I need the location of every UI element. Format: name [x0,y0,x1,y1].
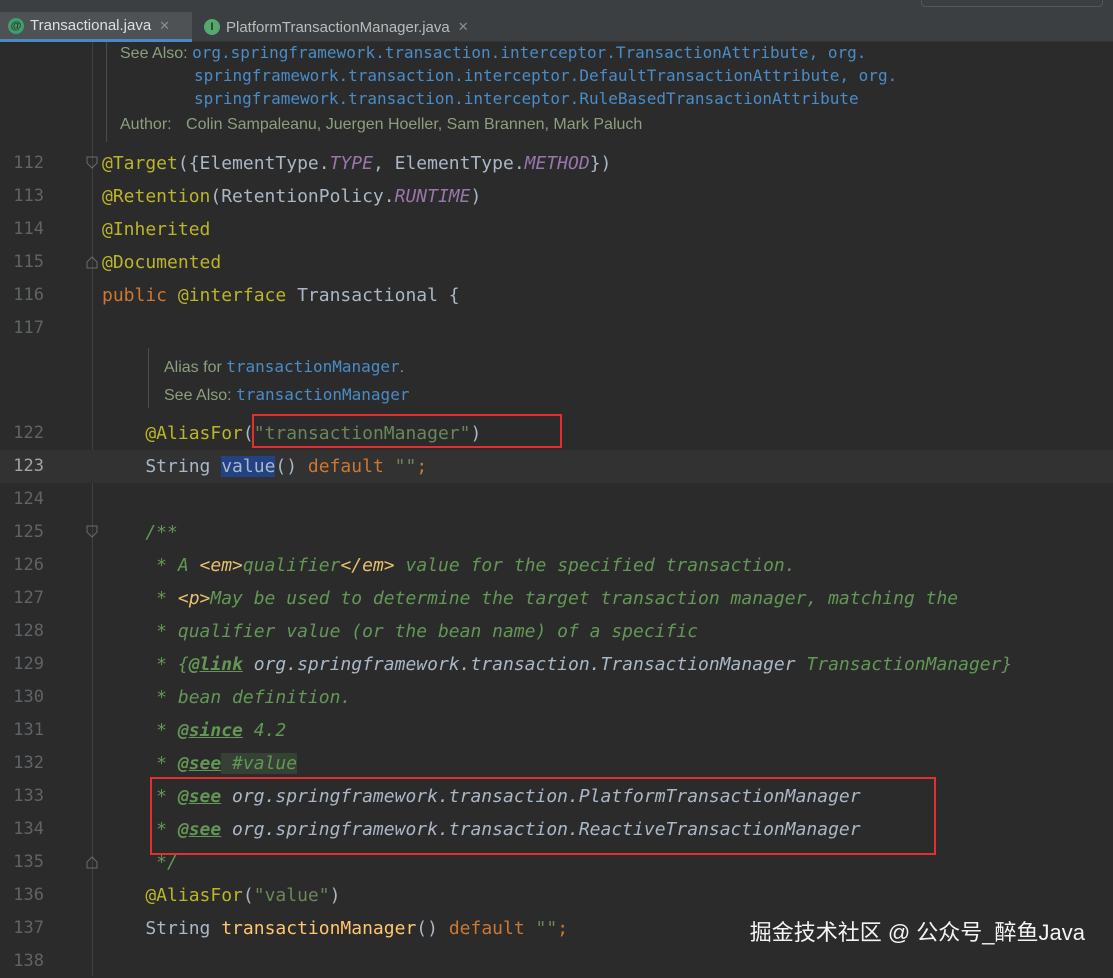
see-also-link-tail: , org. [839,66,898,85]
line-number: 124 [13,489,44,509]
code-line-124: 124 [0,483,1113,516]
line-number: 116 [13,285,44,305]
code-text: String value() default ""; [102,456,428,477]
tab-transactional-java[interactable]: @ Transactional.java ✕ [0,12,192,42]
annotation-file-icon: @ [8,17,24,34]
code-text: @Target({ElementType.TYPE, ElementType.M… [102,153,612,174]
code-text: String transactionManager() default ""; [102,918,569,939]
code-line-126: 126 * A <em>qualifier</em> value for the… [0,549,1113,582]
see-also-link[interactable]: org.springframework.transaction.intercep… [192,43,809,62]
line-number: 114 [13,219,44,239]
rendered-doc-see-also-2: springframework.transaction.interceptor.… [194,66,897,86]
see-also-label: See Also: [120,45,188,62]
rendered-doc-author: Author: Colin Sampaleanu, Juergen Hoelle… [120,116,642,134]
rendered-doc-see-also-1: See Also: org.springframework.transactio… [120,43,866,63]
tab-label: PlatformTransactionManager.java [226,18,450,36]
line-number: 134 [13,819,44,839]
rendered-doc-see-also: See Also: transactionManager [164,385,409,405]
highlight-box-aliasfor [252,414,562,448]
code-line-123: 123 String value() default ""; [0,450,1113,483]
code-text: * {@link org.springframework.transaction… [102,654,1013,675]
line-number: 138 [13,951,44,971]
code-line-115: 115 @Documented [0,246,1113,279]
line-number: 128 [13,621,44,641]
author-label: Author: [120,116,172,133]
tab-label: Transactional.java [30,17,152,34]
code-text: * A <em>qualifier</em> value for the spe… [102,555,796,576]
line-number: 112 [13,153,44,173]
line-number: 126 [13,555,44,575]
line-number: 125 [13,522,44,542]
rendered-doc-see-also-3: springframework.transaction.interceptor.… [194,89,859,109]
close-icon[interactable]: ✕ [159,18,170,34]
code-line-116: 116 public @interface Transactional { [0,279,1113,312]
rendered-doc-alias-for: Alias for transactionManager. [164,357,405,376]
alias-for-link[interactable]: transactionManager [226,357,399,376]
line-number: 122 [13,423,44,443]
see-also-link[interactable]: transactionManager [236,385,409,404]
selected-identifier: value [221,456,276,477]
line-number: 137 [13,918,44,938]
rendered-doc-bar [148,348,149,408]
toolbar-edge [921,0,1103,7]
interface-file-icon: I [204,19,220,35]
fold-start-icon[interactable] [86,156,98,170]
code-text: * qualifier value (or the bean name) of … [102,621,699,642]
code-line-112: 112 @Target({ElementType.TYPE, ElementTy… [0,147,1113,180]
code-line-132: 132 * @see #value [0,747,1113,780]
code-line-114: 114 @Inherited [0,213,1113,246]
alias-for-label: Alias for [164,359,222,376]
line-number: 135 [13,852,44,872]
editor-tab-bar: @ Transactional.java ✕ I PlatformTransac… [0,0,1113,42]
line-number: 132 [13,753,44,773]
code-line-128: 128 * qualifier value (or the bean name)… [0,615,1113,648]
code-text: @Retention(RetentionPolicy.RUNTIME) [102,186,482,207]
line-number: 130 [13,687,44,707]
see-also-link[interactable]: springframework.transaction.interceptor.… [194,66,839,85]
line-number: 136 [13,885,44,905]
code-text: @AliasFor("value") [102,885,341,906]
code-text: * <p>May be used to determine the target… [102,588,959,609]
code-text: @Inherited [102,219,211,240]
code-text: * @since 4.2 [102,720,287,741]
see-also-label: See Also: [164,387,232,404]
code-line-129: 129 * {@link org.springframework.transac… [0,648,1113,681]
code-line-117: 117 [0,312,1113,345]
line-number: 133 [13,786,44,806]
line-number: 115 [13,252,44,272]
watermark: 掘金技术社区 @ 公众号_醉鱼Java [749,920,1085,945]
line-number: 129 [13,654,44,674]
code-editor[interactable]: See Also: org.springframework.transactio… [0,42,1113,976]
close-icon[interactable]: ✕ [458,19,469,35]
see-also-link[interactable]: springframework.transaction.interceptor.… [194,89,859,108]
line-number: 117 [13,318,44,338]
line-number: 127 [13,588,44,608]
code-line-131: 131 * @since 4.2 [0,714,1113,747]
code-text: public @interface Transactional { [102,285,460,306]
fold-end-icon[interactable] [86,855,98,869]
code-line-113: 113 @Retention(RetentionPolicy.RUNTIME) [0,180,1113,213]
code-text: @Documented [102,252,222,273]
fold-end-icon[interactable] [86,255,98,269]
author-names: Colin Sampaleanu, Juergen Hoeller, Sam B… [186,116,643,133]
rendered-doc-bar [106,42,107,142]
line-number: 123 [13,456,44,476]
code-line-136: 136 @AliasFor("value") [0,879,1113,912]
code-text: * bean definition. [102,687,352,708]
tab-platform-transaction-manager-java[interactable]: I PlatformTransactionManager.java ✕ [196,12,502,42]
code-text: * @see #value [102,753,298,774]
code-line-125: 125 /** [0,516,1113,549]
code-text: /** [102,522,178,543]
line-number: 113 [13,186,44,206]
see-also-link-tail: , org. [808,43,867,62]
code-line-127: 127 * <p>May be used to determine the ta… [0,582,1113,615]
code-line-138: 138 [0,945,1113,978]
line-number: 131 [13,720,44,740]
fold-start-icon[interactable] [86,525,98,539]
highlight-box-see-managers [150,777,936,855]
code-line-130: 130 * bean definition. [0,681,1113,714]
